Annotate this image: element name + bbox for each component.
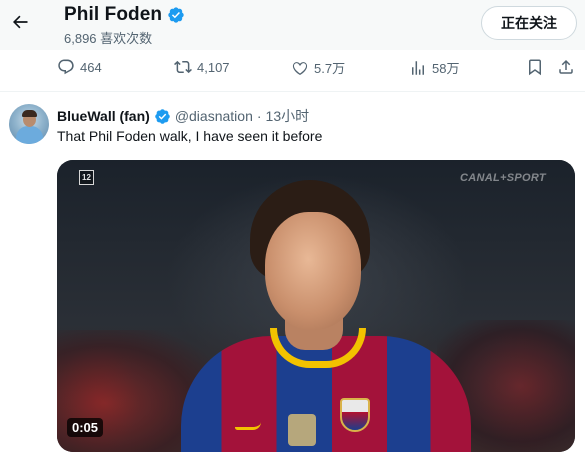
- author-display-name[interactable]: BlueWall (fan): [57, 108, 150, 124]
- reply-icon: [58, 59, 74, 75]
- share-icon: [559, 59, 573, 74]
- section-divider: [0, 91, 585, 92]
- verified-badge-icon: [155, 108, 170, 124]
- tweet-action-bar: 464 4,107 5.7万 58万: [0, 50, 585, 90]
- profile-name: Phil Foden: [64, 4, 163, 25]
- video-player[interactable]: 12 CANAL+SPORT 0:05: [57, 160, 575, 452]
- views-count: 58万: [432, 61, 460, 76]
- views-button[interactable]: 58万: [409, 58, 459, 77]
- video-duration: 0:05: [67, 418, 104, 437]
- following-button[interactable]: 正在关注: [481, 6, 577, 40]
- like-button[interactable]: 5.7万: [291, 58, 345, 77]
- tweet-timestamp[interactable]: 13小时: [266, 106, 310, 126]
- arrow-left-icon: [13, 15, 28, 29]
- share-button[interactable]: [557, 58, 575, 76]
- champions-badge-icon: [288, 414, 316, 446]
- reply-button[interactable]: 464: [57, 58, 102, 76]
- profile-header: Phil Foden 6,896 喜欢次数 正在关注: [0, 0, 585, 50]
- author-handle[interactable]: @diasnation: [175, 108, 253, 124]
- reply-count: 464: [80, 59, 102, 75]
- channel-watermark: CANAL+SPORT: [460, 172, 546, 184]
- back-button[interactable]: [6, 8, 34, 36]
- bookmark-button[interactable]: [526, 58, 544, 76]
- repost-button[interactable]: 4,107: [174, 58, 230, 76]
- avatar[interactable]: [9, 104, 49, 144]
- profile-title-block: Phil Foden 6,896 喜欢次数: [64, 4, 185, 47]
- age-rating-badge: 12: [79, 170, 94, 185]
- bookmark-icon: [529, 59, 541, 76]
- club-crest-icon: [340, 398, 370, 432]
- separator-dot: ·: [256, 108, 262, 124]
- tweet-header: BlueWall (fan) @diasnation · 13小时: [57, 106, 309, 126]
- views-chart-icon: [412, 60, 424, 75]
- swoosh-logo-icon: [235, 422, 261, 430]
- heart-icon: [292, 61, 308, 75]
- verified-badge-icon: [168, 7, 184, 23]
- repost-icon: [174, 60, 192, 74]
- repost-count: 4,107: [197, 59, 230, 75]
- likes-count: 6,896 喜欢次数: [64, 31, 153, 46]
- like-count: 5.7万: [314, 61, 346, 76]
- tweet-text: That Phil Foden walk, I have seen it bef…: [57, 128, 323, 144]
